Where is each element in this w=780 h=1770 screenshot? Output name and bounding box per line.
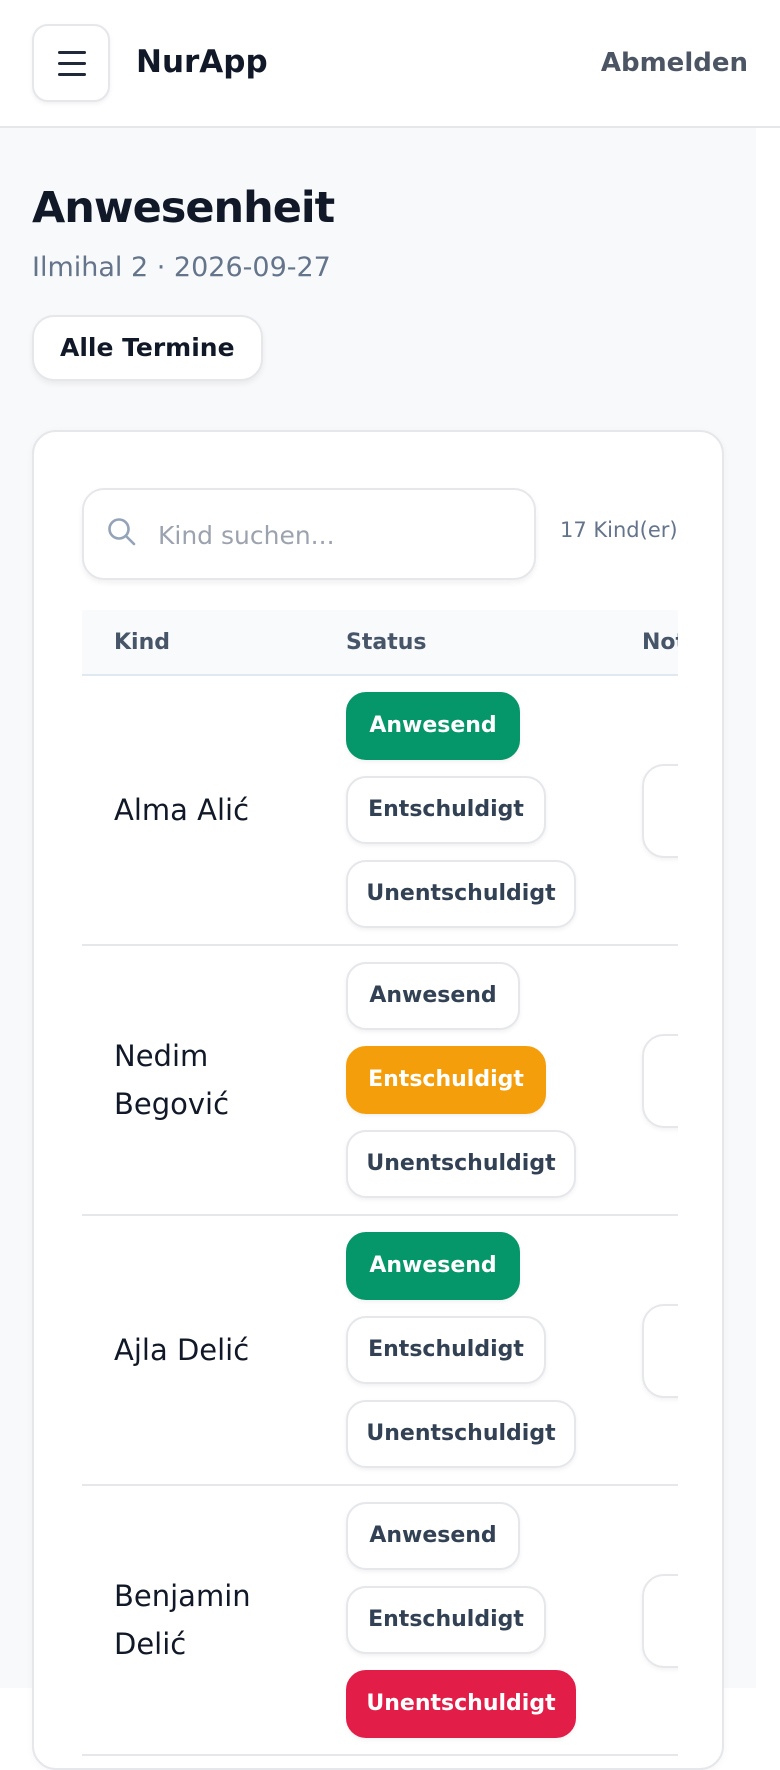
attendance-card: 17 Kind(er) Kind Status Notiz Alma Alić … <box>32 430 724 1770</box>
table-row: Benjamin Delić Anwesend Entschuldigt Une… <box>82 1486 678 1756</box>
column-header-status: Status <box>346 630 427 655</box>
unexcused-button[interactable]: Unentschuldigt <box>346 860 576 928</box>
present-button[interactable]: Anwesend <box>346 1232 520 1300</box>
hamburger-icon <box>58 73 86 76</box>
hamburger-icon <box>58 62 86 65</box>
child-name: Alma Alić <box>114 793 250 827</box>
hamburger-icon <box>58 51 86 54</box>
column-header-note: Notiz <box>642 630 678 655</box>
app-title: NurApp <box>136 44 268 80</box>
table-row: Alma Alić Anwesend Entschuldigt Unentsch… <box>82 676 678 946</box>
unexcused-button[interactable]: Unentschuldigt <box>346 1400 576 1468</box>
child-name: Nedim Begović <box>114 1039 230 1121</box>
table-body: Alma Alić Anwesend Entschuldigt Unentsch… <box>82 676 678 1756</box>
excused-button[interactable]: Entschuldigt <box>346 1046 546 1114</box>
present-button[interactable]: Anwesend <box>346 692 520 760</box>
child-name: Benjamin Delić <box>114 1579 251 1661</box>
menu-button[interactable] <box>32 24 110 102</box>
note-input[interactable] <box>642 1034 678 1128</box>
present-button[interactable]: Anwesend <box>346 1502 520 1570</box>
table-row: Ajla Delić Anwesend Entschuldigt Unentsc… <box>82 1216 678 1486</box>
main-content: Anwesenheit Ilmihal 2 · 2026-09-27 Alle … <box>0 128 756 1770</box>
search-icon <box>108 518 136 546</box>
top-navigation-bar: NurApp Abmelden <box>0 0 780 128</box>
table-header: Kind Status Notiz <box>82 610 678 676</box>
unexcused-button[interactable]: Unentschuldigt <box>346 1670 576 1738</box>
attendance-table: Kind Status Notiz Alma Alić Anwesend Ent… <box>82 610 678 1768</box>
note-input[interactable] <box>642 1304 678 1398</box>
note-input[interactable] <box>642 1574 678 1668</box>
child-name: Ajla Delić <box>114 1333 250 1367</box>
search-box[interactable] <box>82 488 536 580</box>
logout-link[interactable]: Abmelden <box>601 48 748 78</box>
excused-button[interactable]: Entschuldigt <box>346 1316 546 1384</box>
column-header-child: Kind <box>114 630 170 655</box>
scrollbar-gutter <box>756 128 780 1688</box>
table-row: Nedim Begović Anwesend Entschuldigt Unen… <box>82 946 678 1216</box>
note-input[interactable] <box>642 764 678 858</box>
children-count: 17 Kind(er) <box>560 518 678 542</box>
unexcused-button[interactable]: Unentschuldigt <box>346 1130 576 1198</box>
present-button[interactable]: Anwesend <box>346 962 520 1030</box>
search-input[interactable] <box>156 508 520 562</box>
excused-button[interactable]: Entschuldigt <box>346 776 546 844</box>
page-title: Anwesenheit <box>32 183 335 233</box>
all-dates-button[interactable]: Alle Termine <box>32 315 263 381</box>
page-subtitle: Ilmihal 2 · 2026-09-27 <box>32 252 331 283</box>
excused-button[interactable]: Entschuldigt <box>346 1586 546 1654</box>
